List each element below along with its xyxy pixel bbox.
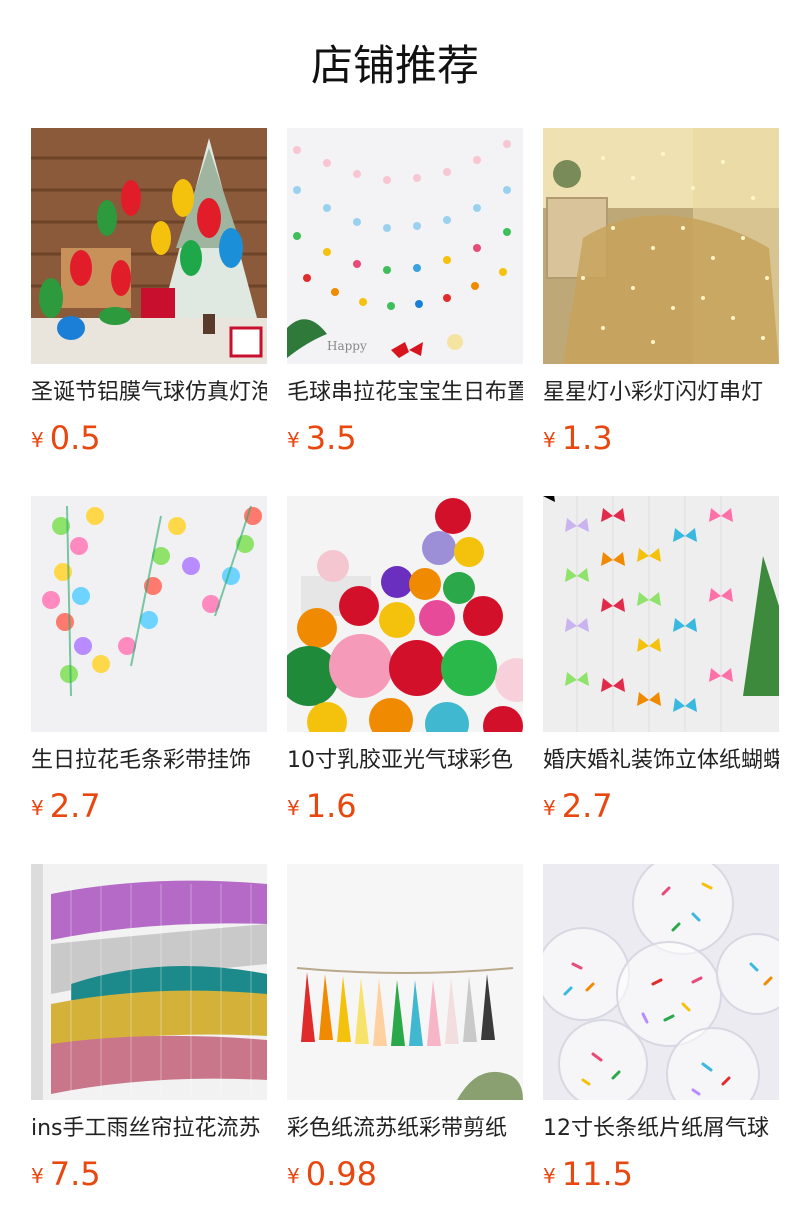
product-name[interactable]: 星星灯小彩灯闪灯串灯 <box>543 377 779 409</box>
price-value: 0.98 <box>305 1155 377 1193</box>
product-price: ¥1.3 <box>543 418 779 464</box>
pompom-garland-image[interactable]: Happy <box>287 128 523 364</box>
currency-symbol: ¥ <box>287 1164 300 1188</box>
product-name[interactable]: 生日拉花毛条彩带挂饰 <box>31 745 267 777</box>
price-value: 7.5 <box>49 1155 101 1193</box>
product-name[interactable]: 彩色纸流苏纸彩带剪纸 <box>287 1113 523 1145</box>
price-value: 0.5 <box>49 419 101 457</box>
string-lights-image[interactable] <box>543 128 779 364</box>
product-card[interactable]: 彩色纸流苏纸彩带剪纸 ¥0.98 <box>287 864 523 1193</box>
price-value: 2.7 <box>49 787 101 825</box>
product-card[interactable]: 圣诞节铝膜气球仿真灯泡 ¥0.5 <box>31 128 267 457</box>
currency-symbol: ¥ <box>31 1164 44 1188</box>
product-name[interactable]: 婚庆婚礼装饰立体纸蝴蝶 <box>543 745 779 777</box>
product-card[interactable]: 生日拉花毛条彩带挂饰 ¥2.7 <box>31 496 267 825</box>
product-price: ¥11.5 <box>543 1154 779 1200</box>
currency-symbol: ¥ <box>543 428 556 452</box>
currency-symbol: ¥ <box>287 428 300 452</box>
product-card[interactable]: 婚庆婚礼装饰立体纸蝴蝶 ¥2.7 <box>543 496 779 825</box>
latex-balloons-image[interactable] <box>287 496 523 732</box>
price-value: 2.7 <box>561 787 613 825</box>
fringe-curtain-image[interactable] <box>31 864 267 1100</box>
tinsel-garland-image[interactable] <box>31 496 267 732</box>
price-value: 11.5 <box>561 1155 633 1193</box>
product-name[interactable]: 毛球串拉花宝宝生日布置 <box>287 377 523 409</box>
product-price: ¥0.5 <box>31 418 267 464</box>
currency-symbol: ¥ <box>31 428 44 452</box>
product-name[interactable]: 12寸长条纸片纸屑气球 <box>543 1113 779 1145</box>
product-grid: 圣诞节铝膜气球仿真灯泡 ¥0.5 Happy 毛球串拉花宝宝生日布置 ¥ 3.5… <box>31 128 779 1193</box>
product-name[interactable]: 圣诞节铝膜气球仿真灯泡 <box>31 377 267 409</box>
product-price: ¥7.5 <box>31 1154 267 1200</box>
currency-symbol: ¥ <box>543 1164 556 1188</box>
confetti-balloons-image[interactable] <box>543 864 779 1100</box>
product-name[interactable]: 10寸乳胶亚光气球彩色 <box>287 745 523 777</box>
paper-butterflies-image[interactable] <box>543 496 779 732</box>
tissue-tassels-image[interactable] <box>287 864 523 1100</box>
product-name[interactable]: ins手工雨丝帘拉花流苏 <box>31 1113 267 1145</box>
currency-symbol: ¥ <box>31 796 44 820</box>
product-price: ¥2.7 <box>31 786 267 832</box>
christmas-bulb-balloons-image[interactable] <box>31 128 267 364</box>
currency-symbol: ¥ <box>287 796 300 820</box>
price-value: 1.3 <box>561 419 613 457</box>
product-card[interactable]: 星星灯小彩灯闪灯串灯 ¥1.3 <box>543 128 779 457</box>
price-value: 3.5 <box>305 419 357 457</box>
svg-text:Happy: Happy <box>327 339 367 353</box>
section-title: 店铺推荐 <box>310 41 479 90</box>
product-card[interactable]: ins手工雨丝帘拉花流苏 ¥7.5 <box>31 864 267 1193</box>
currency-symbol: ¥ <box>543 796 556 820</box>
product-price: ¥2.7 <box>543 786 779 832</box>
product-card[interactable]: 10寸乳胶亚光气球彩色 ¥1.6 <box>287 496 523 825</box>
product-card[interactable]: 12寸长条纸片纸屑气球 ¥11.5 <box>543 864 779 1193</box>
price-value: 1.6 <box>305 787 357 825</box>
product-price: ¥0.98 <box>287 1154 523 1200</box>
product-price: ¥1.6 <box>287 786 523 832</box>
product-price: ¥3.5 <box>287 418 523 464</box>
product-card[interactable]: Happy 毛球串拉花宝宝生日布置 ¥3.5 <box>287 128 523 457</box>
